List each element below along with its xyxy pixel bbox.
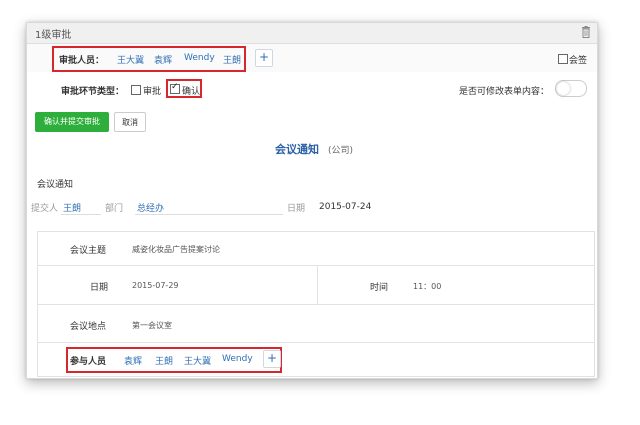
dept-value[interactable]: 总经办 bbox=[137, 201, 164, 214]
countersign-label: 会签 bbox=[569, 56, 588, 66]
participants-label: 参与人员 bbox=[70, 357, 107, 367]
participant-person[interactable]: Wendy bbox=[222, 354, 253, 364]
cancel-button[interactable]: 取消 bbox=[114, 112, 146, 132]
editable-label: 是否可修改表单内容： bbox=[459, 87, 550, 97]
confirm-type-checkbox[interactable] bbox=[170, 82, 180, 94]
submitter-label: 提交人 bbox=[31, 204, 59, 214]
type-label: 审批环节类型： bbox=[61, 87, 125, 97]
location-label: 会议地点 bbox=[70, 322, 107, 332]
approver-person[interactable]: 王朗 bbox=[223, 53, 241, 66]
confirm-type-label: 确认 bbox=[182, 87, 201, 97]
grid-divider bbox=[38, 342, 594, 343]
approve-type-label: 审批 bbox=[143, 87, 162, 97]
add-participant-button[interactable]: + bbox=[263, 350, 281, 368]
submitter-value[interactable]: 王朗 bbox=[63, 201, 81, 214]
form-title: 会议通知 bbox=[275, 143, 319, 156]
approver-person[interactable]: 袁辉 bbox=[154, 53, 172, 66]
add-approver-button[interactable]: + bbox=[255, 49, 273, 67]
location-value[interactable]: 第一会议室 bbox=[132, 320, 172, 331]
approve-type-checkbox[interactable] bbox=[131, 85, 141, 95]
approver-label: 审批人员： bbox=[59, 56, 105, 66]
trash-icon[interactable] bbox=[581, 26, 591, 38]
dept-label: 部门 bbox=[105, 204, 124, 214]
confirm-submit-button[interactable]: 确认并提交审批 bbox=[35, 112, 109, 132]
participant-person[interactable]: 王朗 bbox=[155, 354, 173, 367]
meeting-date-value[interactable]: 2015-07-29 bbox=[132, 281, 179, 290]
submitter-underline bbox=[61, 214, 101, 215]
participant-person[interactable]: 王大冀 bbox=[184, 354, 211, 367]
participant-person[interactable]: 袁辉 bbox=[124, 354, 142, 367]
meeting-date-label: 日期 bbox=[90, 283, 109, 293]
approver-row: 审批人员： 王大冀 袁辉 Wendy 王朗 + 会签 bbox=[27, 44, 597, 72]
approver-person[interactable]: Wendy bbox=[184, 53, 215, 63]
date-value: 2015-07-24 bbox=[319, 202, 372, 212]
time-value[interactable]: 11：00 bbox=[413, 281, 441, 292]
form-table: 会议主题 威姿化妆品广告提案讨论 日期 2015-07-29 时间 11：00 … bbox=[37, 231, 595, 377]
form-subtitle: (公司) bbox=[328, 146, 354, 156]
grid-divider bbox=[38, 304, 594, 305]
date-label: 日期 bbox=[287, 204, 306, 214]
topic-label: 会议主题 bbox=[70, 246, 107, 256]
topic-value[interactable]: 威姿化妆品广告提案讨论 bbox=[132, 244, 220, 255]
section-label: 会议通知 bbox=[37, 180, 74, 190]
header-title: 1级审批 bbox=[35, 30, 72, 41]
approver-person[interactable]: 王大冀 bbox=[117, 53, 144, 66]
dept-underline bbox=[135, 214, 283, 215]
time-label: 时间 bbox=[370, 283, 389, 293]
editable-toggle[interactable] bbox=[555, 80, 587, 97]
grid-divider bbox=[317, 265, 318, 304]
card-header: 1级审批 bbox=[27, 23, 597, 44]
approval-card: 1级审批 审批人员： 王大冀 袁辉 Wendy 王朗 + 会签 审批环节类型： … bbox=[26, 22, 598, 379]
countersign-checkbox[interactable] bbox=[558, 54, 568, 64]
grid-divider bbox=[38, 265, 594, 266]
